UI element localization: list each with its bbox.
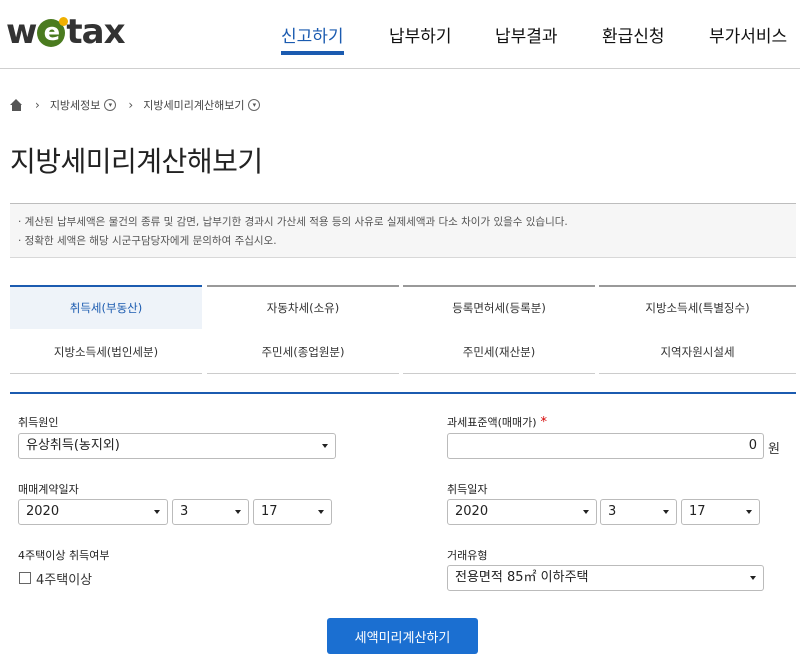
contract-date-label: 매매계약일자	[18, 483, 79, 496]
contract-day-select[interactable]: 17	[253, 499, 332, 525]
four-houses-checkbox[interactable]	[19, 572, 31, 584]
trade-type-select[interactable]: 전용면적 85㎡ 이하주택	[447, 565, 764, 591]
tax-base-unit: 원	[768, 442, 780, 457]
four-houses-label: 4주택이상 취득여부	[18, 549, 110, 562]
breadcrumb-item-tax-calculator[interactable]: 지방세미리계산해보기	[143, 97, 244, 113]
contract-month-value: 3	[180, 504, 189, 519]
home-icon[interactable]	[10, 99, 23, 111]
tax-base-label-text: 과세표준액(매매가)	[447, 416, 537, 429]
chevron-right-icon: ›	[128, 98, 134, 112]
nav-payment-result[interactable]: 납부결과	[495, 22, 558, 47]
trade-type-value: 전용면적 85㎡ 이하주택	[455, 570, 589, 585]
tab-local-income-tax-withholding[interactable]: 지방소득세(특별징수)	[599, 285, 796, 329]
required-mark: *	[540, 415, 548, 430]
nav-payment[interactable]: 납부하기	[389, 22, 452, 47]
caret-down-icon	[318, 510, 324, 514]
notice-line: · 정확한 세액은 해당 시군구담당자에게 문의하여 주십시오.	[18, 235, 277, 247]
acquisition-cause-select[interactable]: 유상취득(농지외)	[18, 433, 336, 459]
contract-year-select[interactable]: 2020	[18, 499, 168, 525]
acquisition-cause-value: 유상취득(농지외)	[26, 438, 120, 453]
acquisition-year-select[interactable]: 2020	[447, 499, 597, 525]
caret-down-icon	[663, 510, 669, 514]
tax-base-label: 과세표준액(매매가) *	[447, 414, 547, 430]
tab-regional-resource-facility-tax[interactable]: 지역자원시설세	[599, 330, 796, 374]
tab-registration-license-tax[interactable]: 등록면허세(등록분)	[403, 285, 595, 329]
nav-refund[interactable]: 환급신청	[602, 22, 665, 47]
acquisition-date-label: 취득일자	[447, 483, 488, 496]
tax-base-input[interactable]: 0	[447, 433, 764, 459]
caret-down-icon	[154, 510, 160, 514]
contract-day-value: 17	[261, 504, 278, 519]
acquisition-day-select[interactable]: 17	[681, 499, 760, 525]
tabs-divider	[10, 392, 796, 394]
acquisition-cause-label: 취득원인	[18, 416, 59, 429]
acquisition-day-value: 17	[689, 504, 706, 519]
contract-month-select[interactable]: 3	[172, 499, 249, 525]
acquisition-year-value: 2020	[455, 504, 489, 519]
caret-down-icon	[746, 510, 752, 514]
main-nav: 신고하기 납부하기 납부결과 환급신청 부가서비스	[0, 22, 800, 68]
tab-acquisition-tax[interactable]: 취득세(부동산)	[10, 285, 202, 329]
caret-down-icon	[750, 576, 756, 580]
trade-type-label: 거래유형	[447, 549, 488, 562]
nav-report[interactable]: 신고하기	[281, 22, 344, 55]
header: w e tax 신고하기 납부하기 납부결과 환급신청 부가서비스	[0, 0, 800, 69]
caret-down-icon	[583, 510, 589, 514]
tab-resident-tax-property[interactable]: 주민세(재산분)	[403, 330, 595, 374]
caret-down-icon	[322, 444, 328, 448]
contract-year-value: 2020	[26, 504, 60, 519]
tab-local-income-tax-corporate[interactable]: 지방소득세(법인세분)	[10, 330, 202, 374]
notice-box: · 계산된 납부세액은 물건의 종류 및 감면, 납부기한 경과시 가산세 적용…	[10, 203, 796, 258]
chevron-down-circle-icon[interactable]: ▾	[248, 99, 261, 111]
caret-down-icon	[235, 510, 241, 514]
chevron-right-icon: ›	[35, 98, 40, 112]
four-houses-checkbox-label[interactable]: 4주택이상	[36, 569, 92, 588]
acquisition-month-value: 3	[608, 504, 617, 519]
page-title: 지방세미리계산해보기	[10, 145, 263, 178]
notice-line: · 계산된 납부세액은 물건의 종류 및 감면, 납부기한 경과시 가산세 적용…	[18, 216, 568, 228]
breadcrumb-item-local-tax-info[interactable]: 지방세정보	[50, 97, 101, 113]
tab-resident-tax-employee[interactable]: 주민세(종업원분)	[207, 330, 399, 374]
breadcrumb: › 지방세정보 ▾ › 지방세미리계산해보기 ▾	[10, 96, 272, 114]
calculate-tax-button[interactable]: 세액미리계산하기	[327, 618, 478, 654]
chevron-down-circle-icon[interactable]: ▾	[104, 99, 117, 111]
acquisition-month-select[interactable]: 3	[600, 499, 677, 525]
nav-extra-services[interactable]: 부가서비스	[709, 22, 787, 47]
tab-vehicle-tax[interactable]: 자동차세(소유)	[207, 285, 399, 329]
